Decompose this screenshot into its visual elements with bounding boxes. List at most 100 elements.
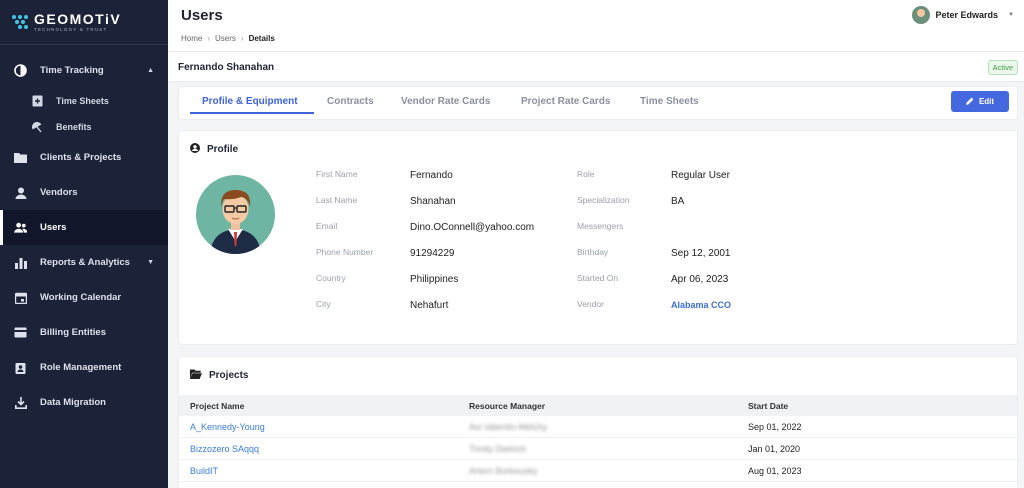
tab-time-sheets[interactable]: Time Sheets bbox=[640, 96, 699, 107]
bar-chart-icon bbox=[14, 256, 27, 269]
start-date: Sep 01, 2022 bbox=[748, 422, 802, 432]
edit-button[interactable]: Edit bbox=[951, 91, 1009, 112]
project-link[interactable]: A_Kennedy-Young bbox=[190, 422, 265, 432]
resource-manager: Avi Valentin-Melchy bbox=[469, 422, 548, 432]
field-value-last-name: Shanahan bbox=[410, 196, 456, 207]
profile-section-title: Profile bbox=[190, 143, 238, 156]
folder-open-icon bbox=[190, 369, 202, 382]
sidebar-item-time-sheets[interactable]: Time Sheets bbox=[0, 88, 168, 114]
avatar bbox=[196, 175, 275, 254]
sidebar-item-working-calendar[interactable]: Working Calendar bbox=[0, 280, 168, 315]
breadcrumb: Home › Users › Details bbox=[181, 34, 275, 43]
sidebar-item-users[interactable]: Users bbox=[0, 210, 168, 245]
sidebar-item-label: Billing Entities bbox=[40, 327, 106, 338]
field-value-specialization: BA bbox=[671, 196, 685, 207]
clock-icon bbox=[14, 64, 27, 77]
field-value-started-on: Apr 06, 2023 bbox=[671, 274, 729, 285]
user-circle-icon bbox=[190, 143, 200, 156]
sidebar-item-label: Benefits bbox=[56, 122, 92, 132]
field-value-email: Dino.OConnell@yahoo.com bbox=[410, 222, 535, 233]
tabs-bar: Profile & Equipment Contracts Vendor Rat… bbox=[178, 86, 1018, 120]
sidebar-item-vendors[interactable]: Vendors bbox=[0, 175, 168, 210]
sidebar-item-label: Time Sheets bbox=[56, 96, 109, 106]
tab-vendor-rate-cards[interactable]: Vendor Rate Cards bbox=[401, 96, 490, 107]
field-label-started-on: Started On bbox=[577, 273, 619, 283]
sidebar-item-data-migration[interactable]: Data Migration bbox=[0, 385, 168, 420]
project-link[interactable]: Bizzozero SAqqq bbox=[190, 444, 259, 454]
resource-manager: Trinity Dietrich bbox=[469, 444, 527, 454]
column-header-project-name[interactable]: Project Name bbox=[190, 401, 244, 411]
person-bar: Fernando Shanahan Active bbox=[168, 52, 1024, 82]
page-title: Users bbox=[181, 7, 223, 24]
table-row: BuildIT Artem Borkousky Aug 01, 2023 bbox=[179, 460, 1017, 482]
tab-profile-equipment[interactable]: Profile & Equipment bbox=[202, 96, 298, 107]
column-header-resource-manager[interactable]: Resource Manager bbox=[469, 401, 545, 411]
status-badge: Active bbox=[987, 60, 1018, 75]
tab-project-rate-cards[interactable]: Project Rate Cards bbox=[521, 96, 610, 107]
resource-manager: Artem Borkousky bbox=[469, 466, 538, 476]
beach-umbrella-icon bbox=[31, 121, 43, 133]
brand-logo[interactable]: GEOMOTiV TECHNOLOGY & TRUST bbox=[0, 0, 168, 44]
pencil-icon bbox=[965, 97, 974, 107]
brand-name: GEOMOTiV bbox=[34, 10, 122, 27]
chevron-down-icon: ▼ bbox=[1008, 12, 1014, 18]
sidebar-item-billing-entities[interactable]: Billing Entities bbox=[0, 315, 168, 350]
projects-card: Projects Project Name Resource Manager S… bbox=[178, 356, 1018, 488]
chevron-right-icon: › bbox=[240, 34, 244, 43]
field-value-birthday: Sep 12, 2001 bbox=[671, 248, 731, 259]
active-tab-indicator bbox=[190, 112, 314, 114]
sidebar-item-benefits[interactable]: Benefits bbox=[0, 114, 168, 140]
table-header: Project Name Resource Manager Start Date bbox=[179, 395, 1017, 416]
breadcrumb-home[interactable]: Home bbox=[181, 34, 202, 43]
chevron-up-icon: ▲ bbox=[147, 67, 154, 74]
id-badge-icon bbox=[14, 361, 27, 374]
column-header-start-date[interactable]: Start Date bbox=[748, 401, 788, 411]
field-label-birthday: Birthday bbox=[577, 247, 609, 257]
tab-contracts[interactable]: Contracts bbox=[327, 96, 374, 107]
avatar bbox=[911, 6, 930, 24]
person-name: Fernando Shanahan bbox=[178, 62, 275, 73]
sidebar-item-label: Reports & Analytics bbox=[40, 257, 130, 268]
field-label-city: City bbox=[316, 299, 331, 309]
field-label-vendor: Vendor bbox=[577, 299, 604, 309]
users-icon bbox=[14, 221, 27, 234]
field-value-role: Regular User bbox=[671, 170, 730, 181]
sidebar-item-label: Clients & Projects bbox=[40, 152, 122, 163]
sidebar-item-label: Data Migration bbox=[40, 397, 106, 408]
field-label-role: Role bbox=[577, 169, 595, 179]
vendor-link[interactable]: Alabama CCO bbox=[671, 300, 731, 310]
field-label-specialization: Specialization bbox=[577, 195, 630, 205]
field-label-last-name: Last Name bbox=[316, 195, 358, 205]
sidebar: GEOMOTiV TECHNOLOGY & TRUST Time Trackin… bbox=[0, 0, 168, 488]
download-icon bbox=[14, 396, 27, 409]
field-value-first-name: Fernando bbox=[410, 170, 453, 181]
breadcrumb-users[interactable]: Users bbox=[215, 34, 236, 43]
field-label-country: Country bbox=[316, 273, 346, 283]
start-date: Jan 01, 2020 bbox=[748, 444, 801, 454]
field-value-phone: 91294229 bbox=[410, 248, 455, 259]
projects-title: Projects bbox=[209, 370, 249, 381]
sidebar-item-time-tracking[interactable]: Time Tracking ▲ bbox=[0, 53, 168, 88]
sidebar-item-label: Role Management bbox=[40, 362, 122, 373]
start-date: Aug 01, 2023 bbox=[748, 466, 802, 476]
field-label-phone: Phone Number bbox=[316, 247, 374, 257]
field-label-first-name: First Name bbox=[316, 169, 358, 179]
sidebar-item-clients-projects[interactable]: Clients & Projects bbox=[0, 140, 168, 175]
sidebar-item-reports-analytics[interactable]: Reports & Analytics ▼ bbox=[0, 245, 168, 280]
sidebar-item-label: Working Calendar bbox=[40, 292, 122, 303]
user-name: Peter Edwards bbox=[935, 10, 999, 20]
table-row: A_Kennedy-Young Avi Valentin-Melchy Sep … bbox=[179, 416, 1017, 438]
logo-mark-icon bbox=[12, 15, 30, 29]
timesheet-icon bbox=[31, 95, 43, 107]
billing-icon bbox=[14, 326, 27, 339]
sidebar-item-role-management[interactable]: Role Management bbox=[0, 350, 168, 385]
user-menu[interactable]: Peter Edwards ▼ bbox=[911, 6, 1014, 24]
profile-card: Profile First Name Fernando Last Name Sh… bbox=[178, 130, 1018, 345]
project-link[interactable]: BuildIT bbox=[190, 466, 218, 476]
profile-title: Profile bbox=[207, 144, 239, 155]
calendar-icon bbox=[14, 291, 27, 304]
field-label-messengers: Messengers bbox=[577, 221, 624, 231]
person-icon bbox=[14, 186, 27, 199]
brand-tagline: TECHNOLOGY & TRUST bbox=[34, 26, 108, 32]
field-value-city: Nehafurt bbox=[410, 300, 449, 311]
